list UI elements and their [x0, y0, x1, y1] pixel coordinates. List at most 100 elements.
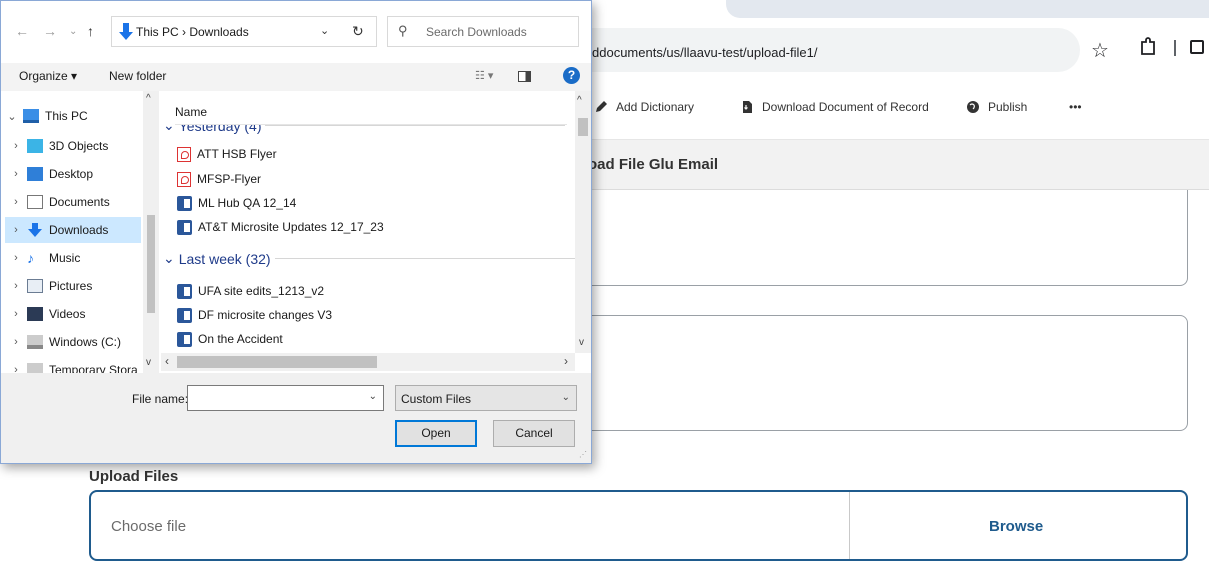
upload-files-label: Upload Files [89, 468, 179, 485]
file-row[interactable]: AT&T Microsite Updates 12_17_23 [177, 216, 384, 238]
path-bar[interactable]: This PC › Downloads ⌄ ↻ [111, 16, 377, 47]
file-row[interactable]: ATT HSB Flyer [177, 143, 277, 165]
tree-item-documents[interactable]: › Documents [5, 189, 147, 215]
chevron-down-icon[interactable]: ⌄ [163, 125, 175, 134]
file-name: MFSP-Flyer [197, 172, 261, 186]
search-icon: ⚲ [398, 23, 408, 38]
scroll-left-arrow-icon[interactable]: ‹ [165, 354, 169, 368]
resize-grip-icon[interactable]: ⋰ [579, 450, 587, 459]
more-options-button[interactable]: ••• [1069, 100, 1082, 114]
chevron-right-icon[interactable]: › [5, 336, 27, 348]
new-folder-button[interactable]: New folder [109, 69, 166, 83]
back-arrow-icon[interactable]: ← [15, 23, 29, 39]
path-text[interactable]: This PC › Downloads [136, 25, 249, 39]
file-row[interactable]: On the Accident [177, 328, 283, 350]
browse-button[interactable]: Browse [989, 518, 1043, 535]
chevron-right-icon[interactable]: › [5, 364, 27, 373]
tree-item-label: Temporary Stora [49, 363, 138, 373]
chevron-right-icon[interactable]: › [5, 196, 27, 208]
group-divider [274, 258, 575, 259]
chevron-down-icon[interactable]: ⌄ [369, 391, 377, 402]
group-header-last-week[interactable]: ⌄ Last week (32) [163, 250, 575, 267]
scroll-up-arrow-icon[interactable]: ^ [146, 93, 151, 104]
bookmark-star-icon[interactable]: ☆ [1091, 38, 1109, 63]
group-header-yesterday[interactable]: ⌄ Yesterday (4) [163, 125, 566, 134]
pc-icon [23, 109, 39, 123]
scroll-up-arrow-icon[interactable]: ^ [577, 95, 582, 106]
tree-item-desktop[interactable]: › Desktop [5, 161, 147, 187]
file-name: ATT HSB Flyer [197, 147, 277, 161]
file-row[interactable]: UFA site edits_1213_v2 [177, 280, 324, 302]
scroll-down-arrow-icon[interactable]: v [146, 357, 151, 368]
tree-item-label: Documents [49, 195, 110, 209]
publish-button[interactable]: Publish [966, 100, 1027, 114]
help-icon[interactable]: ? [563, 67, 580, 84]
tree-item-videos[interactable]: › Videos [5, 301, 147, 327]
drive-icon [27, 335, 43, 349]
search-input[interactable]: ⚲ Search Downloads [387, 16, 579, 47]
extensions-icon[interactable] [1139, 37, 1157, 57]
file-upload-field[interactable]: Choose file Browse [89, 490, 1188, 561]
chevron-right-icon[interactable]: › [5, 252, 27, 264]
vertical-scrollbar-thumb[interactable] [578, 118, 588, 136]
chevron-down-icon[interactable]: ⌄ [1, 110, 23, 123]
cancel-button[interactable]: Cancel [493, 420, 575, 447]
scroll-down-arrow-icon[interactable]: v [579, 337, 584, 348]
downloads-arrow-icon [119, 23, 133, 40]
tree-item-temporary-storage[interactable]: › Temporary Stora [5, 357, 147, 373]
chevron-right-icon[interactable]: › [5, 140, 27, 152]
add-dictionary-button[interactable]: Add Dictionary [594, 100, 694, 114]
tree-item-label: Music [49, 251, 81, 265]
tree-scrollbar-thumb[interactable] [147, 215, 155, 313]
refresh-icon[interactable]: ↻ [352, 23, 364, 40]
file-name: UFA site edits_1213_v2 [198, 284, 325, 298]
tree-item-music[interactable]: › ♪ Music [5, 245, 147, 271]
word-doc-icon [177, 283, 192, 299]
tree-item-pictures[interactable]: › Pictures [5, 273, 147, 299]
chevron-right-icon[interactable]: › [5, 308, 27, 320]
file-row[interactable]: MFSP-Flyer [177, 168, 261, 190]
scroll-right-arrow-icon[interactable]: › [564, 354, 568, 368]
column-header-name[interactable]: Name [175, 105, 207, 119]
chevron-right-icon[interactable]: › [5, 224, 27, 236]
address-bar-url[interactable]: ddocuments/us/llaavu-test/upload-file1/ [592, 45, 817, 60]
file-type-select[interactable]: Custom Files ⌄ [395, 385, 577, 411]
chevron-right-icon[interactable]: › [5, 280, 27, 292]
preview-pane-icon[interactable] [518, 71, 531, 82]
chevron-down-icon[interactable]: ⌄ [562, 392, 570, 403]
tree-item-label: 3D Objects [49, 139, 109, 153]
content-panel-top [560, 190, 1188, 286]
pdf-file-icon [177, 171, 191, 187]
open-button[interactable]: Open [395, 420, 477, 447]
path-dropdown-icon[interactable]: ⌄ [320, 24, 329, 37]
organize-button[interactable]: Organize ▾ [19, 69, 77, 83]
file-row[interactable]: ML Hub QA 12_14 [177, 192, 296, 214]
tree-item-windows-c[interactable]: › Windows (C:) [5, 329, 147, 355]
file-name: On the Accident [198, 332, 283, 346]
file-name-input[interactable]: ⌄ [187, 385, 384, 411]
toolbar-separator [1174, 40, 1176, 56]
pencil-icon [596, 101, 607, 112]
up-arrow-icon[interactable]: ↑ [87, 23, 94, 39]
dialog-footer: File name: ⌄ Custom Files ⌄ Open Cancel … [1, 373, 591, 463]
forward-arrow-icon[interactable]: → [43, 23, 57, 39]
tree-item-downloads[interactable]: › Downloads [5, 217, 141, 243]
recent-locations-chevron-icon[interactable]: ⌄ [69, 26, 77, 37]
search-placeholder[interactable]: Search Downloads [426, 25, 527, 39]
drive-icon [27, 363, 43, 373]
pdf-file-icon [177, 146, 191, 162]
choose-file-placeholder[interactable]: Choose file [111, 518, 186, 535]
tree-item-this-pc[interactable]: ⌄ This PC [1, 103, 143, 129]
documents-icon [27, 195, 43, 209]
download-document-button[interactable]: Download Document of Record [740, 100, 929, 114]
file-type-value[interactable]: Custom Files [401, 392, 471, 406]
tree-item-3d-objects[interactable]: › 3D Objects [5, 133, 147, 159]
chevron-down-icon[interactable]: ⌄ [163, 250, 175, 267]
file-row[interactable]: DF microsite changes V3 [177, 304, 332, 326]
file-name: ML Hub QA 12_14 [198, 196, 297, 210]
view-options-icon[interactable]: ☷ ▾ [475, 69, 493, 82]
tree-item-label: Videos [49, 307, 86, 321]
side-panel-icon[interactable] [1190, 40, 1204, 54]
chevron-right-icon[interactable]: › [5, 168, 27, 180]
horizontal-scrollbar-thumb[interactable] [177, 356, 377, 368]
